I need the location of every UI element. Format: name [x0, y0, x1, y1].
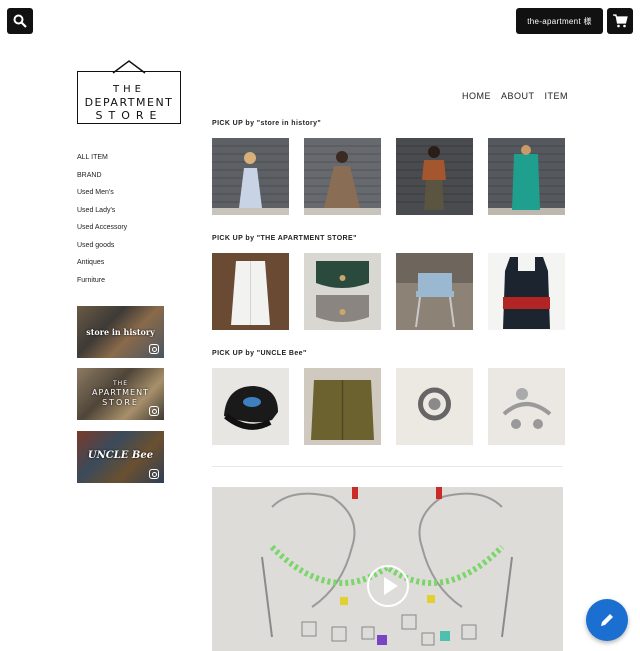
pencil-icon	[601, 614, 613, 626]
product-thumbnail[interactable]	[212, 138, 289, 215]
product-thumbnail[interactable]	[304, 138, 381, 215]
pickup-row-uncle-bee	[212, 368, 565, 445]
banner-uncle-bee[interactable]: UNCLE Bee	[77, 431, 164, 483]
banner-apartment-store[interactable]: THE APARTMENT STORE	[77, 368, 164, 420]
sidenav-brand[interactable]: BRAND	[77, 172, 127, 190]
product-thumbnail[interactable]	[212, 368, 289, 445]
nav-about[interactable]: ABOUT	[501, 91, 535, 101]
sidenav-antiques[interactable]: Antiques	[77, 259, 127, 277]
product-thumbnail[interactable]	[488, 138, 565, 215]
nav-item[interactable]: ITEM	[545, 91, 569, 101]
product-thumbnail[interactable]	[304, 368, 381, 445]
search-button[interactable]	[7, 8, 33, 34]
account-button[interactable]: the-apartment 様	[516, 8, 603, 34]
banner-apartment-text-2: APARTMENT	[92, 388, 149, 397]
product-photo	[396, 138, 473, 215]
product-thumbnail[interactable]	[488, 253, 565, 330]
pickup-row-apartment-store	[212, 253, 565, 330]
cart-button[interactable]	[607, 8, 633, 34]
edit-button[interactable]	[586, 599, 628, 641]
instagram-icon	[149, 406, 159, 416]
product-photo	[396, 253, 473, 330]
search-icon	[13, 14, 27, 28]
product-thumbnail[interactable]	[396, 138, 473, 215]
product-thumbnail[interactable]	[304, 253, 381, 330]
product-photo	[212, 138, 289, 215]
product-photo	[212, 368, 289, 445]
sidenav-furniture[interactable]: Furniture	[77, 277, 127, 295]
banner-uncle-bee-text: UNCLE Bee	[87, 450, 154, 461]
logo-text-store: STORE	[95, 109, 163, 122]
instagram-icon	[149, 469, 159, 479]
logo-text-the: THE	[113, 84, 145, 95]
product-photo	[304, 138, 381, 215]
instagram-icon	[149, 344, 159, 354]
pickup-row-store-in-history	[212, 138, 565, 215]
logo-text-department: DEPARTMENT	[84, 96, 174, 109]
nav-home[interactable]: HOME	[462, 91, 491, 101]
side-navigation: ALL ITEM BRAND Used Men's Used Lady's Us…	[77, 154, 127, 294]
sidenav-used-accessory[interactable]: Used Accessory	[77, 224, 127, 242]
product-photo	[304, 368, 381, 445]
product-thumbnail[interactable]	[212, 253, 289, 330]
store-logo[interactable]: THE DEPARTMENT STORE	[77, 60, 181, 125]
sidenav-used-mens[interactable]: Used Men's	[77, 189, 127, 207]
product-photo	[304, 253, 381, 330]
product-photo	[212, 253, 289, 330]
play-icon[interactable]	[367, 565, 409, 607]
product-photo	[396, 368, 473, 445]
product-thumbnail[interactable]	[396, 253, 473, 330]
banner-store-in-history[interactable]: store in history	[77, 306, 164, 358]
sidenav-used-goods[interactable]: Used goods	[77, 242, 127, 260]
sidenav-used-ladys[interactable]: Used Lady's	[77, 207, 127, 225]
product-photo	[488, 368, 565, 445]
product-photo	[488, 138, 565, 215]
banner-store-in-history-text: store in history	[86, 327, 155, 337]
account-label: the-apartment 様	[527, 16, 592, 26]
cart-icon	[612, 14, 628, 28]
sidenav-all-item[interactable]: ALL ITEM	[77, 154, 127, 172]
product-thumbnail[interactable]	[396, 368, 473, 445]
product-photo	[488, 253, 565, 330]
section-title-store-in-history: PICK UP by "store in history"	[212, 120, 322, 127]
product-thumbnail[interactable]	[488, 368, 565, 445]
section-title-uncle-bee: PICK UP by "UNCLE Bee"	[212, 350, 307, 357]
content-divider	[212, 466, 563, 467]
banner-apartment-text-1: THE	[113, 380, 128, 387]
top-navigation: HOME ABOUT ITEM	[462, 91, 568, 101]
section-title-apartment-store: PICK UP by "THE APARTMENT STORE"	[212, 235, 357, 242]
